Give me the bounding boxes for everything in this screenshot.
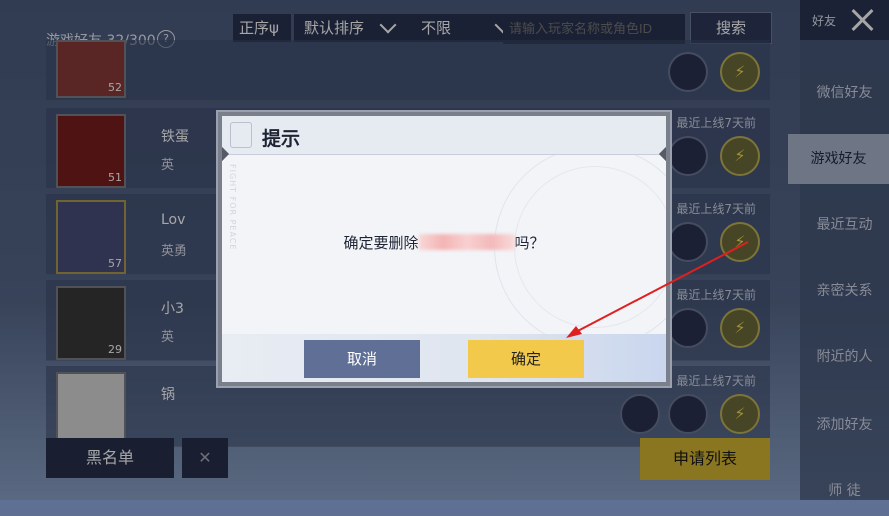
confirm-dialog: 提示 FIGHT FOR PEACE 确定要删除 吗？ 取消 确定 <box>218 112 670 386</box>
dialog-body: 提示 FIGHT FOR PEACE 确定要删除 吗？ 取消 确定 <box>222 116 666 382</box>
blurred-name <box>418 234 515 250</box>
dialog-footer: 取消 确定 <box>222 334 666 382</box>
confirm-button[interactable]: 确定 <box>468 340 584 378</box>
diamond-icon <box>658 146 666 162</box>
dialog-message: 确定要删除 吗？ <box>222 232 666 253</box>
title-decoration-icon <box>230 122 252 148</box>
dialog-title: 提示 <box>262 128 301 150</box>
message-prefix: 确定要删除 <box>343 234 419 252</box>
cancel-button[interactable]: 取消 <box>304 340 420 378</box>
message-suffix: 吗？ <box>514 234 545 252</box>
dialog-header: 提示 <box>222 116 666 162</box>
diamond-icon <box>222 146 230 162</box>
